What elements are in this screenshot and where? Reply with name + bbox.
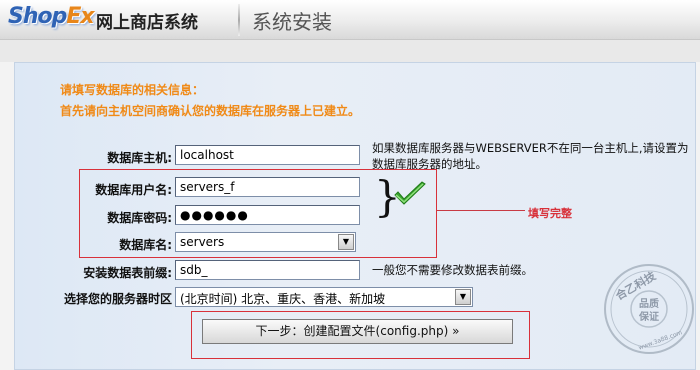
- db-username-input[interactable]: servers_f: [175, 177, 360, 197]
- seal-center-line1: 品质: [639, 297, 659, 310]
- db-name-select[interactable]: servers ▼: [175, 232, 356, 252]
- table-prefix-label: 安装数据表前缀:: [83, 266, 172, 280]
- timezone-select[interactable]: (北京时间) 北京、重庆、香港、新加坡 ▼: [175, 287, 473, 307]
- db-host-label: 数据库主机:: [107, 151, 172, 165]
- next-step-button[interactable]: 下一步：创建配置文件(config.php) »: [202, 319, 513, 344]
- logo-text-part2: Ex: [66, 4, 94, 29]
- annotation-connector: [437, 210, 525, 211]
- intro-line-1: 请填写数据库的相关信息：: [60, 83, 205, 97]
- db-password-input[interactable]: ●●●●●●: [175, 205, 360, 225]
- chevron-down-icon[interactable]: ▼: [455, 289, 471, 305]
- db-username-label: 数据库用户名:: [95, 183, 172, 197]
- app-name: 网上商店系统: [96, 13, 198, 33]
- db-name-label: 数据库名:: [119, 238, 172, 252]
- header-strip: [0, 40, 700, 62]
- timezone-value: (北京时间) 北京、重庆、香港、新加坡: [180, 292, 386, 306]
- annotation-text: 填写完整: [528, 207, 572, 220]
- timezone-label: 选择您的服务器时区: [63, 292, 172, 306]
- quality-seal-watermark: 合乙科技 品质 保证 www.3a88.com: [604, 264, 694, 354]
- db-host-input[interactable]: localhost: [175, 145, 360, 165]
- table-prefix-input[interactable]: sdb_: [175, 260, 360, 280]
- db-password-label: 数据库密码:: [107, 211, 172, 225]
- db-host-hint: 如果数据库服务器与WEBSERVER不在同一台主机上,请设置为数据库服务器的地址…: [372, 141, 689, 171]
- logo-text-part1: Shop: [8, 4, 67, 29]
- db-name-value: servers: [180, 235, 225, 249]
- intro-text: 请填写数据库的相关信息： 首先请向主机空间商确认您的数据库在服务器上已建立。: [60, 80, 360, 122]
- intro-line-2: 首先请向主机空间商确认您的数据库在服务器上已建立。: [60, 104, 361, 118]
- header-divider: [238, 4, 240, 36]
- check-mark-icon: [394, 181, 426, 205]
- seal-center-line2: 保证: [638, 310, 659, 323]
- app-header: ShopEx 网上商店系统 系统安装: [0, 0, 700, 40]
- page-title: 系统安装: [252, 10, 332, 34]
- seal-url-text: www.3a88.com: [638, 329, 684, 351]
- shopex-logo: ShopEx: [8, 4, 95, 34]
- table-prefix-hint: 一般您不需要修改数据表前缀。: [372, 263, 533, 277]
- chevron-down-icon[interactable]: ▼: [338, 234, 354, 250]
